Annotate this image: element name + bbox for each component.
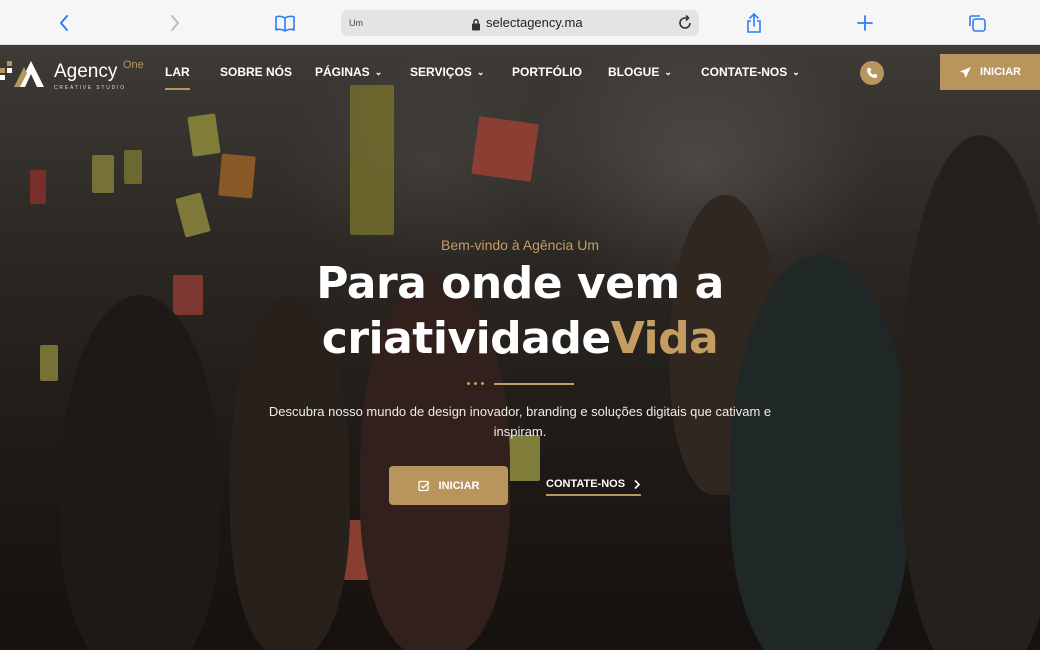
header-start-button[interactable]: INICIAR — [940, 54, 1040, 90]
logo-name: Agency — [54, 61, 118, 82]
hero-divider — [467, 382, 574, 385]
chevron-down-icon: ⌄ — [792, 66, 800, 77]
hero-title-line1: Para onde vem a — [316, 258, 724, 309]
hero-contact-label: CONTATE-NOS — [546, 478, 626, 490]
logo-tagline: CREATIVE STUDIO — [54, 85, 126, 91]
plus-icon[interactable] — [852, 10, 878, 36]
nav-item-blogue[interactable]: BLOGUE ⌄ — [608, 65, 672, 79]
forward-icon[interactable] — [162, 10, 188, 36]
url-text: selectagency.ma — [486, 15, 583, 30]
nav-item-portfolio[interactable]: PORTFÓLIO — [512, 65, 582, 79]
chevron-down-icon: ⌄ — [476, 66, 485, 77]
logo-mark-icon — [0, 61, 44, 87]
browser-toolbar: Um selectagency.ma — [0, 0, 1040, 45]
lock-icon — [471, 16, 481, 35]
nav-item-paginas[interactable]: PÁGINAS ⌄ — [315, 65, 382, 79]
tabs-icon[interactable] — [964, 10, 990, 36]
nav-label: BLOGUE — [608, 65, 660, 79]
hero-title-main: criatividade — [321, 313, 611, 364]
hero-title-line2: criatividadeVida — [0, 313, 1040, 364]
site-header: Agency One CREATIVE STUDIO LAR SOBRE NÓS… — [0, 45, 1040, 103]
nav-label: LAR — [165, 65, 190, 79]
phone-button[interactable] — [860, 61, 884, 85]
nav-label: PORTFÓLIO — [512, 65, 582, 79]
paper-plane-icon — [960, 66, 972, 78]
chevron-right-icon — [634, 479, 641, 489]
hero-start-label: INICIAR — [438, 479, 480, 492]
share-icon[interactable] — [741, 10, 767, 36]
book-icon[interactable] — [272, 10, 298, 36]
address-bar[interactable]: Um selectagency.ma — [341, 10, 699, 36]
hero-contact-button[interactable]: CONTATE-NOS — [546, 474, 642, 496]
start-button-label: INICIAR — [980, 66, 1021, 78]
nav-label: SERVIÇOS — [410, 65, 472, 79]
nav-item-lar[interactable]: LAR — [165, 65, 190, 90]
nav-label: PÁGINAS — [315, 65, 370, 79]
back-icon[interactable] — [51, 10, 77, 36]
reload-icon[interactable] — [677, 14, 693, 35]
phone-icon — [867, 68, 877, 78]
nav-item-sobre-nos[interactable]: SOBRE NÓS — [220, 65, 292, 79]
tab-label: Um — [349, 18, 363, 28]
hero-welcome: Bem-vindo à Agência Um — [441, 237, 599, 253]
hero-description: Descubra nosso mundo de design inovador,… — [268, 404, 772, 439]
nav-item-contate-nos[interactable]: CONTATE-NOS ⌄ — [701, 65, 800, 79]
nav-item-servicos[interactable]: SERVIÇOS ⌄ — [410, 65, 484, 79]
nav-label: CONTATE-NOS — [701, 65, 788, 79]
chevron-down-icon: ⌄ — [374, 66, 383, 77]
checkbox-icon — [417, 480, 429, 491]
nav-label: SOBRE NÓS — [220, 65, 293, 79]
hero-start-button[interactable]: INICIAR — [389, 466, 508, 505]
hero-title-accent: Vida — [610, 313, 719, 364]
logo-superscript: One — [123, 59, 144, 71]
chevron-down-icon: ⌄ — [664, 66, 672, 77]
